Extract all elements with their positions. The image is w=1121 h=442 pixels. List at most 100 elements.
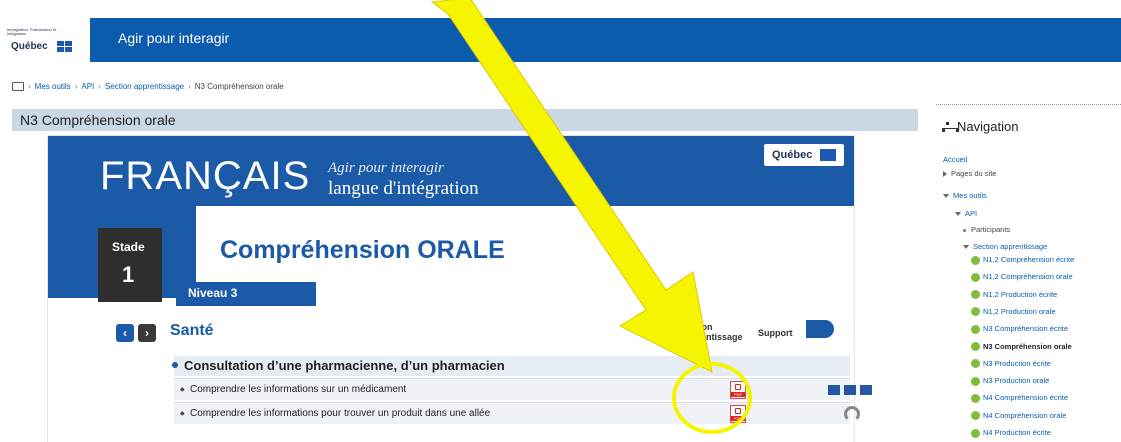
table-row: Comprendre les informations sur un médic…: [174, 378, 872, 400]
play-icon[interactable]: [828, 385, 840, 395]
folder-icon[interactable]: [12, 82, 24, 91]
sidebar-item-label: N4 Compréhension orale: [983, 410, 1067, 420]
sidebar-item-activity[interactable]: N3 Production orale: [971, 376, 1049, 386]
sidebar-item-label: N3 Compréhension écrite: [983, 324, 1069, 334]
breadcrumb-separator: ›: [188, 82, 191, 91]
header-bar: Agir pour interagir: [90, 18, 1121, 62]
sidebar-item-activity[interactable]: N4 Production écrite: [971, 428, 1051, 438]
sidebar-item-label: N1,2 Compréhension écrite: [983, 255, 1075, 264]
logo-ministry-text: Immigration, Francisation et Intégration: [7, 27, 57, 36]
nav-my-tools[interactable]: Mes outils: [943, 191, 987, 200]
chevron-left-icon[interactable]: ‹: [116, 324, 134, 342]
activity-status-icon: [971, 393, 980, 403]
nav-section[interactable]: Section apprentissage: [963, 242, 1047, 251]
breadcrumb-api[interactable]: API: [81, 82, 94, 91]
sidebar-item-activity[interactable]: N1,2 Production orale: [971, 307, 1056, 317]
sidebar-item-label: N1,2 Compréhension orale: [983, 272, 1073, 282]
activity-status-icon: [971, 411, 980, 421]
lesson-item-text: Comprendre les informations sur un médic…: [180, 384, 406, 395]
sidebar-item-label: N4 Compréhension écrite: [983, 393, 1069, 403]
breadcrumb-separator: ›: [74, 82, 78, 91]
topic-title: Santé: [170, 322, 214, 339]
activity-status-icon: [971, 376, 980, 386]
collapse-arrow-icon[interactable]: [943, 194, 949, 199]
logo-quebec-word: Québec: [11, 41, 48, 52]
navigation-title-text: Navigation: [957, 119, 1019, 134]
nav-participants-label: Participants: [971, 225, 1011, 234]
course-content: Québec FRANÇAIS Agir pour interagir lang…: [48, 136, 872, 442]
column-section-apprentissage: Section Apprentissage: [680, 322, 743, 342]
headphones-icon[interactable]: [844, 406, 860, 422]
nav-site-pages-label: Pages du site: [951, 169, 997, 178]
nav-section-label: Section apprentissage: [973, 242, 1048, 251]
activity-status-icon: [971, 428, 980, 438]
breadcrumb-mes-outils[interactable]: Mes outils: [35, 82, 71, 91]
lesson-heading: Consultation d’une pharmacienne, d’un ph…: [184, 358, 505, 373]
sidebar-item-activity[interactable]: N3 Production écrite: [971, 359, 1051, 369]
quebec-flag-icon: [820, 149, 836, 161]
pdf-icon[interactable]: [730, 405, 746, 423]
bullet-icon: [172, 362, 178, 368]
play-icon[interactable]: [860, 385, 872, 395]
quebec-flag-icon: [57, 41, 72, 52]
page-title: N3 Compréhension orale: [20, 112, 176, 128]
sidebar-item-label: N1,2 Production orale: [983, 306, 1056, 316]
activity-status-icon: [971, 324, 980, 334]
collapse-arrow-icon[interactable]: [963, 245, 969, 250]
activity-status-icon: [971, 307, 980, 317]
app-title[interactable]: Agir pour interagir: [118, 30, 229, 46]
sidebar-item-activity[interactable]: N1,2 Production écrite: [971, 290, 1057, 300]
tagline-italic: Agir pour interagir: [328, 160, 444, 176]
page-title-bar: N3 Compréhension orale: [12, 109, 918, 131]
navigation-title: Navigation: [942, 119, 1018, 134]
breadcrumb-section[interactable]: Section apprentissage: [105, 82, 184, 91]
nav-api-label: API: [965, 209, 978, 218]
activity-status-icon: [971, 342, 980, 352]
column-support: Support: [758, 328, 793, 338]
lesson-heading-row: Consultation d’une pharmacienne, d’un ph…: [172, 356, 850, 376]
sidebar-item-label: N1,2 Production écrite: [983, 289, 1058, 299]
nav-api[interactable]: API: [955, 209, 977, 218]
niveau-tab: Niveau 3: [176, 282, 316, 306]
stade-number: 1: [122, 262, 135, 287]
bullet-icon: [963, 228, 966, 232]
tagline-sub: langue d'intégration: [328, 178, 479, 199]
collapse-arrow-icon[interactable]: [955, 212, 961, 217]
lesson-table: ‹ › Santé Section Apprentissage Support …: [100, 316, 872, 442]
breadcrumb-separator: ›: [28, 82, 31, 91]
breadcrumb-separator: ›: [98, 82, 101, 91]
niveau-label: Niveau 3: [188, 286, 238, 300]
sidebar-item-label: N3 Production écrite: [983, 358, 1051, 368]
pdf-icon[interactable]: [730, 381, 746, 399]
activity-status-icon: [971, 272, 980, 282]
chevron-right-icon[interactable]: ›: [138, 324, 156, 342]
nav-participants[interactable]: Participants: [963, 225, 1010, 234]
nav-home[interactable]: Accueil: [943, 155, 967, 164]
sidebar-item-activity[interactable]: N1,2 Compréhension écrite: [971, 255, 1074, 265]
stade-label: Stade: [112, 240, 145, 254]
stade-badge: Stade 1: [98, 228, 162, 302]
nav-my-tools-label: Mes outils: [953, 191, 987, 200]
table-row: Comprendre les informations pour trouver…: [174, 402, 860, 424]
sitemap-icon: [942, 121, 959, 132]
banner-quebec-logo: Québec: [764, 144, 844, 166]
support-badge-icon: [806, 320, 834, 338]
sidebar-item-label: N4 Production écrite: [983, 428, 1051, 437]
expand-arrow-icon[interactable]: [943, 171, 947, 178]
quebec-logo[interactable]: Immigration, Francisation et Intégration…: [0, 18, 90, 62]
navigation-block: Navigation Accueil Pages du site Mes out…: [936, 104, 1121, 442]
banner-quebec-word: Québec: [772, 149, 813, 161]
play-icon[interactable]: [844, 385, 856, 395]
sidebar-item-activity[interactable]: N4 Compréhension orale: [971, 411, 1066, 421]
lesson-item-text: Comprendre les informations pour trouver…: [180, 408, 490, 419]
comprehension-heading: Compréhension ORALE: [220, 236, 505, 264]
sidebar-item-activity[interactable]: N3 Compréhension orale: [971, 342, 1072, 352]
francais-heading: FRANÇAIS: [100, 154, 311, 198]
sidebar-item-activity[interactable]: N1,2 Compréhension orale: [971, 272, 1073, 282]
sidebar-item-label: N3 Production orale: [983, 376, 1050, 386]
nav-site-pages[interactable]: Pages du site: [943, 169, 996, 178]
sidebar-item-activity[interactable]: N3 Compréhension écrite: [971, 324, 1068, 334]
activity-status-icon: [971, 359, 980, 369]
activity-status-icon: [971, 290, 980, 300]
sidebar-item-activity[interactable]: N4 Compréhension écrite: [971, 393, 1068, 403]
